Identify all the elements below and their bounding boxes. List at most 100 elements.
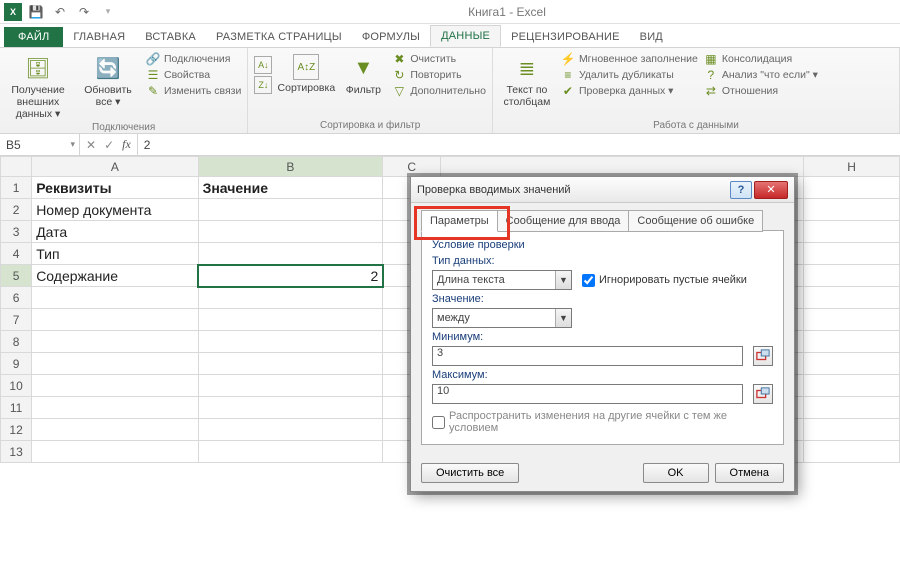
get-external-data-label: Получение внешних данных ▾ bbox=[6, 84, 70, 120]
group-sort-filter-label: Сортировка и фильтр bbox=[254, 118, 486, 133]
row-header-11[interactable]: 11 bbox=[1, 397, 32, 419]
cell-A4[interactable]: Тип bbox=[32, 243, 198, 265]
redo-icon[interactable]: ↷ bbox=[74, 3, 94, 21]
cell-A5[interactable]: Содержание bbox=[32, 265, 198, 287]
cell-B5[interactable]: 2 bbox=[198, 265, 383, 287]
relationships-button[interactable]: ⇄Отношения bbox=[704, 84, 818, 98]
row-header-7[interactable]: 7 bbox=[1, 309, 32, 331]
what-if-button[interactable]: ?Анализ "что если" ▾ bbox=[704, 68, 818, 82]
row-header-1[interactable]: 1 bbox=[1, 177, 32, 199]
dialog-help-button[interactable]: ? bbox=[730, 181, 752, 199]
ignore-blank-checkbox[interactable]: Игнорировать пустые ячейки bbox=[582, 274, 747, 287]
cell-B2[interactable] bbox=[198, 199, 383, 221]
col-header-B[interactable]: B bbox=[198, 157, 383, 177]
cell-B1[interactable]: Значение bbox=[198, 177, 383, 199]
dialog-close-button[interactable]: ✕ bbox=[754, 181, 788, 199]
chevron-down-icon: ▼ bbox=[555, 309, 571, 327]
select-all-corner[interactable] bbox=[1, 157, 32, 177]
clear-filter-button[interactable]: ✖Очистить bbox=[392, 52, 486, 66]
tab-home[interactable]: ГЛАВНАЯ bbox=[63, 27, 135, 47]
maximum-input[interactable]: 10 bbox=[432, 384, 743, 404]
edit-links-button[interactable]: ✎Изменить связи bbox=[146, 84, 241, 98]
get-external-data-button[interactable]: 🗄 Получение внешних данных ▾ bbox=[6, 50, 70, 120]
dialog-tab-error-alert[interactable]: Сообщение об ошибке bbox=[628, 210, 763, 232]
cell-B4[interactable] bbox=[198, 243, 383, 265]
chevron-down-icon: ▼ bbox=[555, 271, 571, 289]
text-to-columns-button[interactable]: ≣ Текст по столбцам bbox=[499, 50, 555, 108]
data-combo[interactable]: между▼ bbox=[432, 308, 572, 328]
name-box[interactable]: B5 bbox=[0, 134, 80, 155]
col-header-A[interactable]: A bbox=[32, 157, 198, 177]
tab-insert[interactable]: ВСТАВКА bbox=[135, 27, 206, 47]
allow-combo[interactable]: Длина текста▼ bbox=[432, 270, 572, 290]
edit-links-icon: ✎ bbox=[146, 84, 160, 98]
row-header-10[interactable]: 10 bbox=[1, 375, 32, 397]
undo-icon[interactable]: ↶ bbox=[50, 3, 70, 21]
sort-asc-button[interactable]: A↓ bbox=[254, 56, 272, 74]
properties-icon: ☰ bbox=[146, 68, 160, 82]
ribbon: 🗄 Получение внешних данных ▾ 🔄 Обновить … bbox=[0, 48, 900, 134]
tab-view[interactable]: ВИД bbox=[630, 27, 673, 47]
minimum-ref-button[interactable] bbox=[753, 346, 773, 366]
clear-all-button[interactable]: Очистить все bbox=[421, 463, 519, 483]
cell-B3[interactable] bbox=[198, 221, 383, 243]
reapply-button[interactable]: ↻Повторить bbox=[392, 68, 486, 82]
row-header-8[interactable]: 8 bbox=[1, 331, 32, 353]
validation-criteria-label: Условие проверки bbox=[432, 239, 773, 251]
row-header-4[interactable]: 4 bbox=[1, 243, 32, 265]
row-header-3[interactable]: 3 bbox=[1, 221, 32, 243]
cell-A2[interactable]: Номер документа bbox=[32, 199, 198, 221]
text-columns-icon: ≣ bbox=[513, 54, 541, 82]
sort-desc-button[interactable]: Z↓ bbox=[254, 76, 272, 94]
cancel-formula-icon[interactable]: ✕ bbox=[86, 138, 96, 152]
flash-fill-icon: ⚡ bbox=[561, 52, 575, 66]
row-header-12[interactable]: 12 bbox=[1, 419, 32, 441]
row-header-9[interactable]: 9 bbox=[1, 353, 32, 375]
filter-icon: ▼ bbox=[349, 54, 377, 82]
ok-button[interactable]: OK bbox=[643, 463, 709, 483]
save-icon[interactable]: 💾 bbox=[26, 3, 46, 21]
consolidate-button[interactable]: ▦Консолидация bbox=[704, 52, 818, 66]
tab-file[interactable]: ФАЙЛ bbox=[4, 27, 63, 47]
maximum-ref-button[interactable] bbox=[753, 384, 773, 404]
data-validation-button[interactable]: ✔Проверка данных ▾ bbox=[561, 84, 698, 98]
tab-review[interactable]: РЕЦЕНЗИРОВАНИЕ bbox=[501, 27, 630, 47]
remove-duplicates-button[interactable]: ≡Удалить дубликаты bbox=[561, 68, 698, 82]
tab-formulas[interactable]: ФОРМУЛЫ bbox=[352, 27, 430, 47]
enter-formula-icon[interactable]: ✓ bbox=[104, 138, 114, 152]
row-header-2[interactable]: 2 bbox=[1, 199, 32, 221]
cell-A1[interactable]: Реквизиты bbox=[32, 177, 198, 199]
refresh-all-button[interactable]: 🔄 Обновить все ▾ bbox=[76, 50, 140, 108]
cell-A3[interactable]: Дата bbox=[32, 221, 198, 243]
filter-button[interactable]: ▼ Фильтр bbox=[340, 50, 386, 96]
propagate-checkbox[interactable]: Распространить изменения на другие ячейк… bbox=[432, 410, 773, 434]
row-header-13[interactable]: 13 bbox=[1, 441, 32, 463]
advanced-filter-button[interactable]: ▽Дополнительно bbox=[392, 84, 486, 98]
fx-icon[interactable]: fх bbox=[122, 137, 131, 152]
duplicates-icon: ≡ bbox=[561, 68, 575, 82]
tab-data[interactable]: ДАННЫЕ bbox=[430, 25, 501, 47]
qat-dropdown-icon[interactable]: ▾ bbox=[98, 3, 118, 21]
col-header-C[interactable]: C bbox=[383, 157, 441, 177]
sort-button[interactable]: A↕Z Сортировка bbox=[278, 50, 334, 94]
tab-layout[interactable]: РАЗМЕТКА СТРАНИЦЫ bbox=[206, 27, 352, 47]
group-connections-label: Подключения bbox=[6, 120, 241, 135]
minimum-input[interactable]: 3 bbox=[432, 346, 743, 366]
col-header-H[interactable]: H bbox=[804, 157, 900, 177]
dialog-tab-settings[interactable]: Параметры bbox=[421, 210, 498, 232]
sort-desc-icon: Z↓ bbox=[254, 76, 272, 94]
row-header-6[interactable]: 6 bbox=[1, 287, 32, 309]
formula-buttons: ✕ ✓ fх bbox=[80, 134, 138, 155]
propagate-input[interactable] bbox=[432, 416, 445, 429]
flash-fill-button[interactable]: ⚡Мгновенное заполнение bbox=[561, 52, 698, 66]
dialog-titlebar[interactable]: Проверка вводимых значений ? ✕ bbox=[411, 177, 794, 203]
properties-button[interactable]: ☰Свойства bbox=[146, 68, 241, 82]
formula-bar: B5 ✕ ✓ fх 2 bbox=[0, 134, 900, 156]
dialog-tab-input-message[interactable]: Сообщение для ввода bbox=[497, 210, 630, 232]
connections-button[interactable]: 🔗Подключения bbox=[146, 52, 241, 66]
formula-input[interactable]: 2 bbox=[138, 134, 900, 155]
maximum-label: Максимум: bbox=[432, 369, 773, 381]
row-header-5[interactable]: 5 bbox=[1, 265, 32, 287]
ignore-blank-input[interactable] bbox=[582, 274, 595, 287]
cancel-button[interactable]: Отмена bbox=[715, 463, 784, 483]
